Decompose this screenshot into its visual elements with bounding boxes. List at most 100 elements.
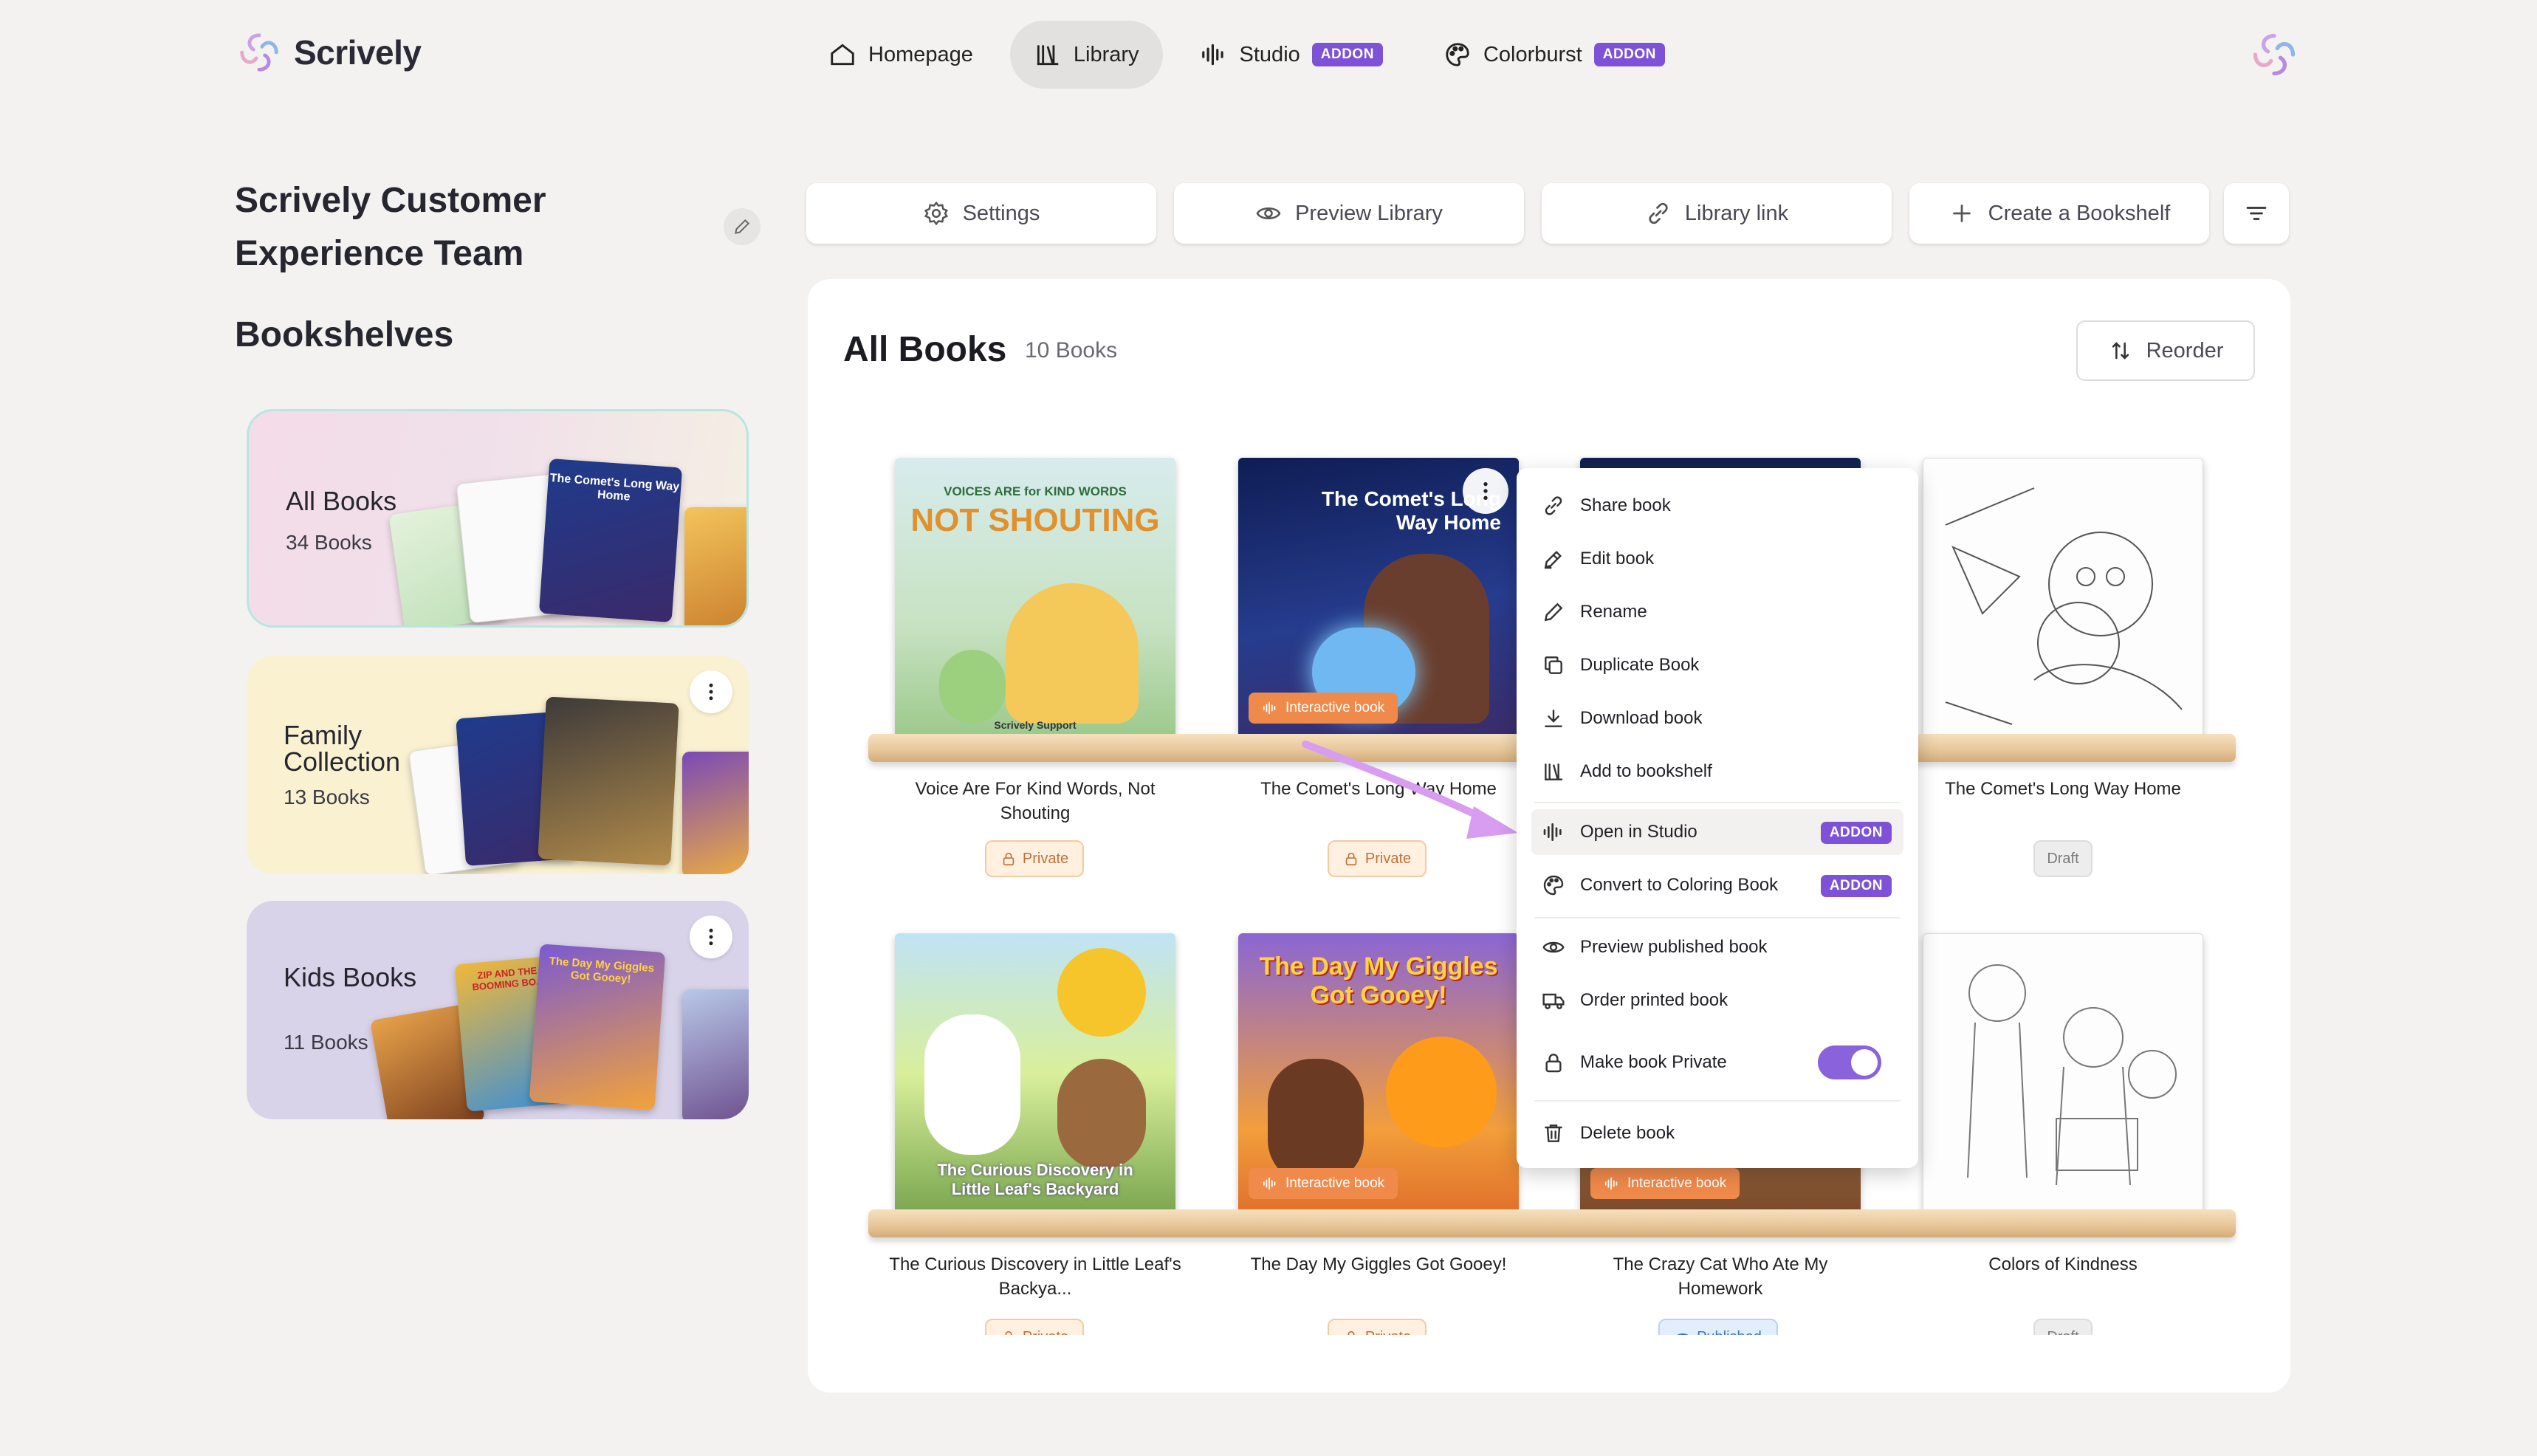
menu-add-to-bookshelf[interactable]: Add to bookshelf <box>1531 749 1903 794</box>
top-navigation: Scrively Homepage Library Studio ADDON C… <box>0 0 2537 111</box>
home-icon <box>831 44 854 66</box>
shelf-card-family-collection[interactable]: Family Collection 13 Books <box>247 656 749 874</box>
interactive-book-tag: Interactive book <box>1249 693 1398 724</box>
menu-order-printed-book[interactable]: Order printed book <box>1531 978 1903 1023</box>
nav-label: Homepage <box>868 42 973 66</box>
menu-label: Preview published book <box>1580 937 1768 957</box>
book-cover-comet-coloring[interactable] <box>1923 458 2203 738</box>
character-illustration <box>1057 948 1146 1037</box>
book-title: The Comet's Long Way Home <box>1945 779 2181 799</box>
truck-icon <box>1542 993 1565 1009</box>
trash-icon <box>1545 1124 1562 1142</box>
menu-label: Convert to Coloring Book <box>1580 875 1779 895</box>
addon-badge: ADDON <box>1593 43 1665 66</box>
menu-make-book-private[interactable]: Make book Private <box>1531 1040 1903 1085</box>
coloring-illustration <box>1967 964 2177 1186</box>
menu-divider <box>1534 802 1901 803</box>
menu-label: Order printed book <box>1580 990 1728 1010</box>
reorder-label: Reorder <box>2146 338 2224 363</box>
library-link-button[interactable]: Library link <box>1542 183 1892 244</box>
pointer-arrow-icon <box>1302 741 1518 839</box>
book-cover-comet[interactable]: The Comet's Long Way Home Interactive bo… <box>1238 458 1519 738</box>
character-illustration <box>1057 1059 1146 1170</box>
brand-logo[interactable]: Scrively <box>236 30 422 75</box>
mini-cover <box>684 507 746 625</box>
shelf-card-kids-books[interactable]: Kids Books 11 Books ZIP AND THE BOOMING … <box>247 901 749 1119</box>
book-title: The Day My Giggles Got Gooey! <box>1250 1254 1507 1274</box>
book-cover-giggles[interactable]: The Day My Giggles Got Gooey! Interactiv… <box>1238 933 1519 1214</box>
shelf-count: 13 Books <box>284 786 370 808</box>
shelf-card-all-books[interactable]: All Books 34 Books The Comet's Long Way … <box>247 409 749 628</box>
mini-cover: The Day My Giggles Got Gooey! <box>529 944 666 1110</box>
plus-icon <box>1952 205 1971 222</box>
waveform-icon <box>1263 1177 1276 1190</box>
interactive-book-label: Interactive book <box>1285 1175 1385 1191</box>
scroll-clip <box>808 1335 2290 1393</box>
waveform-icon <box>1263 701 1276 715</box>
library-link-label: Library link <box>1684 201 1789 225</box>
library-icon <box>1545 763 1562 780</box>
nav-colorburst[interactable]: Colorburst ADDON <box>1420 21 1689 89</box>
gear-icon <box>924 201 948 226</box>
menu-divider <box>1534 1100 1901 1102</box>
nav-homepage[interactable]: Homepage <box>805 21 997 89</box>
menu-download-book[interactable]: Download book <box>1531 696 1903 741</box>
filter-button[interactable] <box>2224 183 2289 244</box>
book-context-menu: Share book Edit book Rename Duplicate Bo… <box>1517 468 1918 1168</box>
book-cover-curious-discovery[interactable]: The Curious Discovery in Little Leaf's B… <box>895 933 1175 1214</box>
download-icon <box>1545 710 1562 727</box>
palette-icon <box>1543 875 1564 896</box>
menu-open-in-studio[interactable]: Open in Studio ADDON <box>1531 809 1903 855</box>
private-toggle[interactable] <box>1818 1045 1881 1079</box>
addon-badge: ADDON <box>1311 43 1383 66</box>
cover-text-main: The Day My Giggles Got Gooey! <box>1259 952 1498 1009</box>
menu-rename[interactable]: Rename <box>1531 589 1903 635</box>
book-more-button[interactable] <box>1463 468 1508 514</box>
eye-icon <box>1542 941 1565 953</box>
profile-avatar-icon[interactable] <box>2249 30 2299 80</box>
shelf-more-button[interactable] <box>690 670 732 713</box>
book-title: Colors of Kindness <box>1988 1254 2138 1274</box>
edit-team-name-button[interactable] <box>724 208 761 245</box>
interactive-book-tag: Interactive book <box>1590 1168 1740 1199</box>
shelf-more-button[interactable] <box>690 916 732 958</box>
cover-text-main: The Curious Discovery in Little Leaf's B… <box>937 1161 1133 1198</box>
menu-share-book[interactable]: Share book <box>1531 483 1903 529</box>
interactive-book-label: Interactive book <box>1627 1175 1727 1191</box>
menu-label: Share book <box>1580 495 1671 515</box>
mini-cover <box>682 752 749 874</box>
menu-label: Add to bookshelf <box>1580 761 1712 781</box>
book-title: The Crazy Cat Who Ate My Homework <box>1613 1254 1828 1299</box>
pencil-icon <box>735 219 750 234</box>
book-cover-voices[interactable]: VOICES ARE for KIND WORDS NOT SHOUTING S… <box>895 458 1175 738</box>
addon-badge: ADDON <box>1820 822 1892 844</box>
menu-label: Rename <box>1580 602 1647 622</box>
sort-arrows-icon <box>2112 342 2129 360</box>
book-cover-colors-of-kindness[interactable] <box>1923 933 2203 1214</box>
menu-convert-to-coloring-book[interactable]: Convert to Coloring Book ADDON <box>1531 862 1903 908</box>
create-bookshelf-label: Create a Bookshelf <box>1988 201 2171 225</box>
edit-icon <box>1544 550 1562 569</box>
eye-icon <box>1256 207 1281 220</box>
nav-label: Library <box>1073 42 1139 66</box>
menu-duplicate-book[interactable]: Duplicate Book <box>1531 642 1903 688</box>
character-illustration <box>1268 1059 1364 1184</box>
waveform-icon <box>1604 1177 1618 1190</box>
shelf-name: Kids Books <box>284 962 417 992</box>
nav-library[interactable]: Library <box>1009 21 1163 89</box>
preview-library-button[interactable]: Preview Library <box>1174 183 1524 244</box>
coloring-illustration <box>1945 487 2183 725</box>
menu-delete-book[interactable]: Delete book <box>1531 1110 1903 1156</box>
menu-edit-book[interactable]: Edit book <box>1531 536 1903 582</box>
interactive-book-label: Interactive book <box>1285 700 1385 715</box>
team-title: Scrively Customer Experience Team <box>235 181 546 273</box>
mini-cover-title: The Comet's Long Way Home <box>549 472 680 504</box>
book-title: The Curious Discovery in Little Leaf's B… <box>889 1254 1181 1299</box>
character-illustration <box>1006 583 1139 724</box>
mini-cover <box>538 696 679 866</box>
settings-button[interactable]: Settings <box>806 183 1156 244</box>
reorder-button[interactable]: Reorder <box>2076 320 2255 381</box>
nav-studio[interactable]: Studio ADDON <box>1176 21 1407 89</box>
menu-preview-published-book[interactable]: Preview published book <box>1531 924 1903 970</box>
create-bookshelf-button[interactable]: Create a Bookshelf <box>1909 183 2209 244</box>
